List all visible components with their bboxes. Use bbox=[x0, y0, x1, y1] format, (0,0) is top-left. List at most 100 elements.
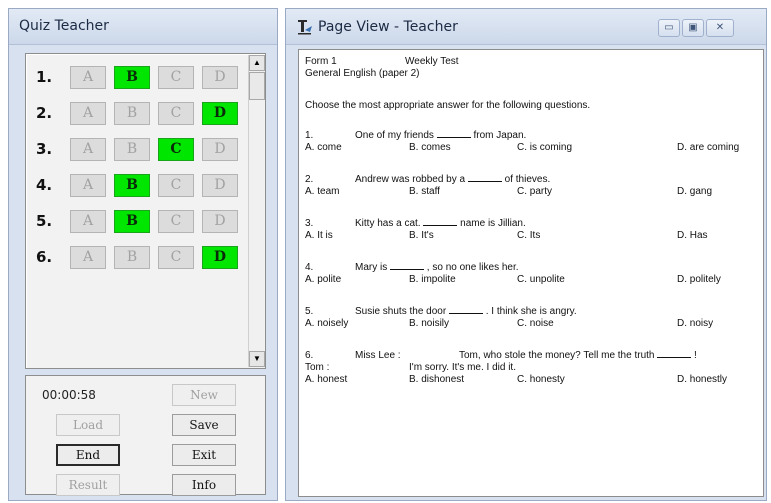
question-number: 1. bbox=[305, 130, 314, 141]
question-number: 6. bbox=[305, 350, 314, 361]
question-stem-after: from Japan. bbox=[473, 130, 527, 141]
question-stem: Kitty has a cat. name is Jillian. bbox=[355, 218, 526, 229]
question-number-label: 4. bbox=[36, 176, 53, 194]
answer-blank bbox=[436, 137, 471, 138]
answer-option: C. Its bbox=[517, 230, 541, 241]
close-icon: ✕ bbox=[715, 22, 725, 33]
option-button-b[interactable]: B bbox=[114, 174, 150, 197]
minimize-button[interactable]: ▭ bbox=[658, 19, 680, 37]
question-number: 3. bbox=[305, 218, 314, 229]
option-button-b[interactable]: B bbox=[114, 210, 150, 233]
load-button[interactable]: Load bbox=[56, 414, 120, 436]
dialogue-line-2: I'm sorry. It's me. I did it. bbox=[409, 362, 516, 373]
answer-option: A. noisely bbox=[305, 318, 349, 329]
answer-scrollbar[interactable]: ▲ ▼ bbox=[248, 55, 265, 367]
page-view-window: Page View - Teacher ▭ ▣ ✕ Form 1 Weekly … bbox=[285, 8, 767, 501]
close-button[interactable]: ✕ bbox=[706, 19, 734, 37]
end-button[interactable]: End bbox=[56, 444, 120, 466]
answer-option: C. unpolite bbox=[517, 274, 565, 285]
option-button-c[interactable]: C bbox=[158, 66, 194, 89]
paper-subject: General English (paper 2) bbox=[305, 68, 420, 79]
result-button[interactable]: Result bbox=[56, 474, 120, 496]
question-stem-before: Andrew was robbed by a bbox=[355, 174, 466, 185]
question-stem-before: Kitty has a cat. bbox=[355, 218, 421, 229]
answer-option: A. polite bbox=[305, 274, 342, 285]
option-button-a[interactable]: A bbox=[70, 138, 106, 161]
question-stem-after: , so no one likes her. bbox=[426, 262, 519, 273]
option-button-c[interactable]: C bbox=[158, 210, 194, 233]
option-button-a[interactable]: A bbox=[70, 174, 106, 197]
question-stem-before: Mary is bbox=[355, 262, 388, 273]
answer-option: D. honestly bbox=[677, 374, 728, 385]
option-button-a[interactable]: A bbox=[70, 210, 106, 233]
answer-option: D. are coming bbox=[677, 142, 740, 153]
option-button-c[interactable]: C bbox=[158, 246, 194, 269]
question-stem-after: . I think she is angry. bbox=[485, 306, 577, 317]
question-stem-after: name is Jillian. bbox=[460, 218, 526, 229]
option-button-c[interactable]: C bbox=[158, 174, 194, 197]
answer-row: 2. A B C D bbox=[26, 102, 251, 126]
answer-blank bbox=[657, 357, 692, 358]
question-dialogue-line: Tom, who stole the money? Tell me the tr… bbox=[459, 350, 697, 361]
option-button-d[interactable]: D bbox=[202, 210, 238, 233]
timer-display: 00:00:58 bbox=[42, 388, 96, 402]
question-stem: One of my friends from Japan. bbox=[355, 130, 526, 141]
question-number-label: 2. bbox=[36, 104, 53, 122]
answer-option: B. dishonest bbox=[409, 374, 465, 385]
answer-key-panel: 1. A B C D 2. A B C D 3. A B C D 4. A B C D 5. A B C D 6. A B C D ▲ ▼ bbox=[25, 53, 266, 369]
option-button-d[interactable]: D bbox=[202, 246, 238, 269]
question-stem: Mary is , so no one likes her. bbox=[355, 262, 519, 273]
option-button-d[interactable]: D bbox=[202, 174, 238, 197]
scroll-up-button[interactable]: ▲ bbox=[249, 55, 265, 71]
answer-option: B. It's bbox=[409, 230, 434, 241]
answer-option: A. It is bbox=[305, 230, 333, 241]
scroll-down-button[interactable]: ▼ bbox=[249, 351, 265, 367]
answer-blank bbox=[467, 181, 502, 182]
answer-row: 4. A B C D bbox=[26, 174, 251, 198]
question-number-label: 6. bbox=[36, 248, 53, 266]
option-button-b[interactable]: B bbox=[114, 66, 150, 89]
answer-option: D. gang bbox=[677, 186, 713, 197]
option-button-a[interactable]: A bbox=[70, 246, 106, 269]
quiz-titlebar: Quiz Teacher bbox=[9, 9, 277, 45]
page-view-titlebar: Page View - Teacher ▭ ▣ ✕ bbox=[286, 9, 766, 45]
option-button-b[interactable]: B bbox=[114, 102, 150, 125]
option-button-b[interactable]: B bbox=[114, 246, 150, 269]
question-stem-after: of thieves. bbox=[504, 174, 551, 185]
option-button-d[interactable]: D bbox=[202, 138, 238, 161]
speaker-tom: Tom : bbox=[305, 362, 330, 373]
option-button-a[interactable]: A bbox=[70, 102, 106, 125]
question-stem: Susie shuts the door . I think she is an… bbox=[355, 306, 577, 317]
answer-option: C. noise bbox=[517, 318, 554, 329]
answer-blank bbox=[423, 225, 458, 226]
maximize-icon: ▣ bbox=[688, 22, 698, 33]
answer-option: C. is coming bbox=[517, 142, 573, 153]
save-button[interactable]: Save bbox=[172, 414, 236, 436]
question-stem-before: One of my friends bbox=[355, 130, 434, 141]
answer-option: B. comes bbox=[409, 142, 451, 153]
option-button-d[interactable]: D bbox=[202, 66, 238, 89]
option-button-d[interactable]: D bbox=[202, 102, 238, 125]
scroll-thumb[interactable] bbox=[249, 72, 265, 100]
question-number: 4. bbox=[305, 262, 314, 273]
exit-button[interactable]: Exit bbox=[172, 444, 236, 466]
answer-option: D. noisy bbox=[677, 318, 714, 329]
page-view-app-icon bbox=[298, 20, 312, 35]
quiz-teacher-window: Quiz Teacher 1. A B C D 2. A B C D 3. A B C D 4. A B C D 5. A… bbox=[8, 8, 278, 501]
test-paper: Form 1 Weekly Test General English (pape… bbox=[298, 49, 764, 497]
minimize-icon: ▭ bbox=[664, 22, 674, 33]
paper-form: Form 1 bbox=[305, 56, 337, 67]
option-button-b[interactable]: B bbox=[114, 138, 150, 161]
paper-test-name: Weekly Test bbox=[405, 56, 459, 67]
question-stem: Andrew was robbed by a of thieves. bbox=[355, 174, 550, 185]
new-button[interactable]: New bbox=[172, 384, 236, 406]
maximize-button[interactable]: ▣ bbox=[682, 19, 704, 37]
option-button-c[interactable]: C bbox=[158, 138, 194, 161]
speaker-miss-lee: Miss Lee : bbox=[355, 350, 401, 361]
option-button-a[interactable]: A bbox=[70, 66, 106, 89]
option-button-c[interactable]: C bbox=[158, 102, 194, 125]
dialogue-line-1: Tom, who stole the money? Tell me the tr… bbox=[459, 350, 655, 361]
info-button[interactable]: Info bbox=[172, 474, 236, 496]
answer-row: 5. A B C D bbox=[26, 210, 251, 234]
answer-row: 1. A B C D bbox=[26, 66, 251, 90]
